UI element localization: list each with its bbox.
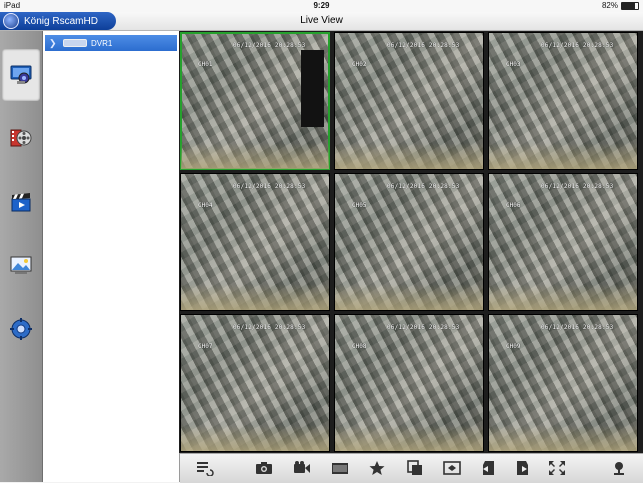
privacy-mask bbox=[301, 50, 324, 127]
sidebar-item-live-view[interactable] bbox=[2, 49, 40, 101]
sidebar bbox=[0, 31, 43, 482]
nav-bar: König RscamHD Live View bbox=[0, 12, 643, 31]
snapshot-button[interactable] bbox=[255, 460, 273, 476]
copy-icon bbox=[407, 460, 422, 475]
live-view-toolbar bbox=[180, 453, 643, 483]
status-bar: iPad 9:29 82% bbox=[0, 0, 643, 12]
clapperboard-icon bbox=[11, 193, 31, 212]
scene-floor bbox=[489, 425, 637, 451]
tile-channel: CH08 bbox=[352, 343, 367, 350]
list-icon bbox=[197, 462, 214, 476]
video-tile-5[interactable]: 06/12/2016 20:28:53 CH05 bbox=[334, 173, 484, 311]
sidebar-item-video-files[interactable] bbox=[2, 176, 40, 228]
window-icon bbox=[443, 461, 461, 475]
scene-floor bbox=[489, 143, 637, 169]
tile-timestamp: 06/12/2016 20:28:53 bbox=[541, 42, 614, 49]
star-icon bbox=[369, 461, 385, 475]
copy-button[interactable] bbox=[406, 460, 424, 476]
chevron-right-icon[interactable]: ❯ bbox=[49, 38, 59, 49]
tile-channel: CH05 bbox=[352, 202, 367, 209]
scene-floor bbox=[181, 425, 329, 451]
page-left-icon bbox=[483, 461, 494, 475]
settings-gear-icon bbox=[10, 318, 32, 340]
video-tile-9[interactable]: 06/12/2016 20:28:53 CH09 bbox=[488, 314, 638, 452]
record-button[interactable] bbox=[293, 460, 311, 476]
favorite-button[interactable] bbox=[368, 460, 386, 476]
list-button[interactable] bbox=[196, 460, 214, 476]
camera-icon bbox=[256, 462, 272, 474]
device-name: DVR1 bbox=[91, 38, 113, 48]
film-reel-icon bbox=[10, 129, 32, 147]
next-page-button[interactable] bbox=[513, 460, 531, 476]
window-button[interactable] bbox=[443, 460, 461, 476]
tile-timestamp: 06/12/2016 20:28:53 bbox=[233, 183, 306, 190]
tile-timestamp: 06/12/2016 20:28:53 bbox=[541, 183, 614, 190]
previous-page-button[interactable] bbox=[480, 460, 498, 476]
video-tile-1[interactable]: 06/12/2016 20:28:53 CH01 bbox=[180, 32, 330, 170]
tile-channel: CH07 bbox=[198, 343, 213, 350]
fullscreen-icon bbox=[549, 461, 565, 475]
fullscreen-button[interactable] bbox=[548, 460, 566, 476]
device-tree: ❯ DVR1 bbox=[43, 31, 180, 482]
scene-floor bbox=[181, 284, 329, 310]
tile-timestamp: 06/12/2016 20:28:53 bbox=[233, 42, 306, 49]
video-grid: 06/12/2016 20:28:53 CH01 06/12/2016 20:2… bbox=[179, 31, 643, 453]
battery-icon bbox=[621, 1, 639, 10]
folder-button[interactable] bbox=[331, 460, 349, 476]
scene-floor bbox=[335, 425, 483, 451]
dvr-device-icon bbox=[63, 39, 87, 47]
tile-channel: CH06 bbox=[506, 202, 521, 209]
sidebar-item-image-files[interactable] bbox=[2, 239, 40, 291]
video-tile-2[interactable]: 06/12/2016 20:28:53 CH02 bbox=[334, 32, 484, 170]
battery-indicator: 82% bbox=[602, 1, 639, 10]
sidebar-item-settings[interactable] bbox=[2, 303, 40, 355]
tree-item-dvr1[interactable]: ❯ DVR1 bbox=[45, 35, 177, 51]
tile-timestamp: 06/12/2016 20:28:53 bbox=[541, 324, 614, 331]
video-tile-4[interactable]: 06/12/2016 20:28:53 CH04 bbox=[180, 173, 330, 311]
video-tile-7[interactable]: 06/12/2016 20:28:53 CH07 bbox=[180, 314, 330, 452]
battery-percent: 82% bbox=[601, 1, 618, 10]
tile-channel: CH09 bbox=[506, 343, 521, 350]
sidebar-item-playback[interactable] bbox=[2, 111, 40, 163]
video-tile-3[interactable]: 06/12/2016 20:28:53 CH03 bbox=[488, 32, 638, 170]
tile-timestamp: 06/12/2016 20:28:53 bbox=[233, 324, 306, 331]
ptz-icon bbox=[614, 462, 624, 475]
clock: 9:29 bbox=[313, 1, 330, 10]
video-tile-6[interactable]: 06/12/2016 20:28:53 CH06 bbox=[488, 173, 638, 311]
scene-floor bbox=[335, 143, 483, 169]
video-record-icon bbox=[294, 461, 310, 473]
tile-channel: CH04 bbox=[198, 202, 213, 209]
monitor-icon bbox=[10, 65, 32, 84]
folder-icon bbox=[332, 463, 348, 474]
tile-timestamp: 06/12/2016 20:28:53 bbox=[387, 42, 460, 49]
tile-channel: CH02 bbox=[352, 61, 367, 68]
page-title: Live View bbox=[300, 15, 343, 26]
picture-icon bbox=[10, 256, 32, 274]
video-tile-8[interactable]: 06/12/2016 20:28:53 CH08 bbox=[334, 314, 484, 452]
tile-timestamp: 06/12/2016 20:28:53 bbox=[387, 324, 460, 331]
ptz-control-button[interactable] bbox=[610, 460, 628, 476]
scene-floor bbox=[489, 284, 637, 310]
tile-channel: CH03 bbox=[506, 61, 521, 68]
scene-floor bbox=[335, 284, 483, 310]
tile-timestamp: 06/12/2016 20:28:53 bbox=[387, 183, 460, 190]
tile-channel: CH01 bbox=[198, 61, 213, 68]
page-right-icon bbox=[517, 461, 528, 475]
scene-floor bbox=[181, 143, 329, 169]
